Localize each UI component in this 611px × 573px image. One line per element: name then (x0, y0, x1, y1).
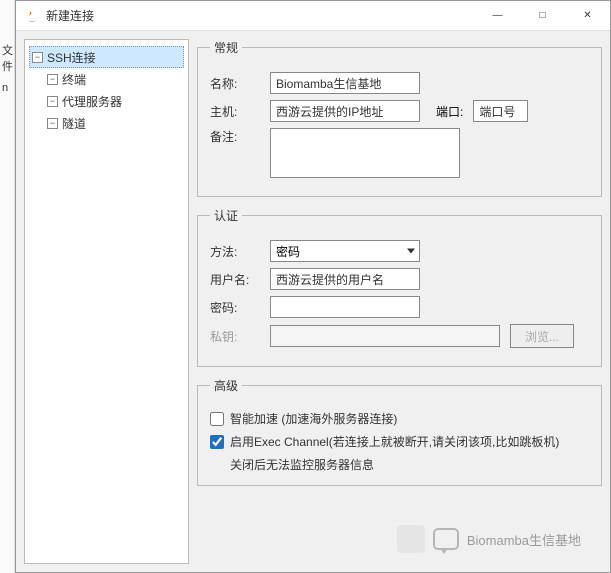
label-host: 主机: (210, 103, 260, 120)
legend-auth: 认证 (210, 207, 242, 224)
remark-input[interactable] (270, 128, 460, 178)
group-advanced: 高级 智能加速 (加速海外服务器连接) 启用Exec Channel(若连接上就… (197, 377, 602, 486)
browse-button: 浏览... (510, 324, 574, 348)
minimize-button[interactable]: — (475, 1, 520, 31)
collapse-icon[interactable]: − (32, 52, 43, 63)
group-general: 常规 名称: 主机: 端口: 备注: (197, 39, 602, 197)
collapse-icon[interactable]: − (47, 74, 58, 85)
accel-label: 智能加速 (加速海外服务器连接) (230, 410, 397, 427)
tree-label: 隧道 (62, 115, 86, 132)
background-app-edge: 文件 n (0, 0, 15, 573)
exec-channel-hint: 关闭后无法监控服务器信息 (230, 456, 589, 473)
label-username: 用户名: (210, 271, 260, 288)
collapse-icon[interactable]: − (47, 118, 58, 129)
titlebar: 新建连接 — □ ✕ (16, 1, 610, 31)
password-input[interactable] (270, 296, 420, 318)
tree-label: SSH连接 (47, 49, 96, 66)
window-title: 新建连接 (46, 7, 94, 24)
label-name: 名称: (210, 75, 260, 92)
label-password: 密码: (210, 299, 260, 316)
legend-general: 常规 (210, 39, 242, 56)
username-input[interactable] (270, 268, 420, 290)
close-button[interactable]: ✕ (565, 1, 610, 31)
label-method: 方法: (210, 243, 260, 260)
exec-channel-label: 启用Exec Channel(若连接上就被断开,请关闭该项,比如跳板机) (230, 433, 559, 450)
host-input[interactable] (270, 100, 420, 122)
label-port: 端口: (436, 103, 463, 120)
tree-label: 终端 (62, 71, 86, 88)
form-panel: 常规 名称: 主机: 端口: 备注: 认证 (197, 39, 602, 564)
method-select[interactable]: 密码 (270, 240, 420, 262)
java-icon (24, 8, 40, 24)
maximize-button[interactable]: □ (520, 1, 565, 31)
tree-item-terminal[interactable]: − 终端 (29, 68, 184, 90)
tree-item-ssh[interactable]: − SSH连接 (29, 46, 184, 68)
tree-item-tunnel[interactable]: − 隧道 (29, 112, 184, 134)
collapse-icon[interactable]: − (47, 96, 58, 107)
legend-advanced: 高级 (210, 377, 242, 394)
connection-tree[interactable]: − SSH连接 − 终端 − 代理服务器 − 隧道 (24, 39, 189, 564)
tree-item-proxy[interactable]: − 代理服务器 (29, 90, 184, 112)
privatekey-input (270, 325, 500, 347)
chevron-down-icon (407, 249, 415, 254)
label-privatekey: 私钥: (210, 328, 260, 345)
group-auth: 认证 方法: 密码 用户名: 密码: 私钥: (197, 207, 602, 367)
tree-label: 代理服务器 (62, 93, 122, 110)
exec-channel-checkbox[interactable] (210, 435, 224, 449)
label-remark: 备注: (210, 128, 260, 145)
method-value: 密码 (276, 243, 300, 260)
name-input[interactable] (270, 72, 420, 94)
port-input[interactable] (473, 100, 528, 122)
new-connection-window: 新建连接 — □ ✕ − SSH连接 − 终端 − 代理服务器 − 隧道 (15, 0, 611, 573)
accel-checkbox[interactable] (210, 412, 224, 426)
